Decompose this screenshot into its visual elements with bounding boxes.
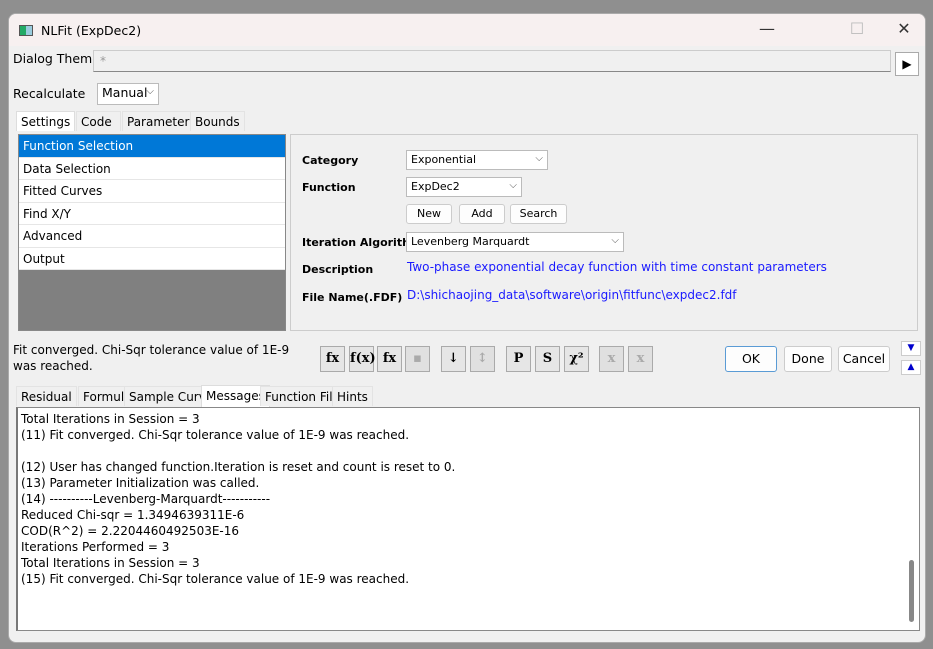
done-button[interactable]: Done	[784, 346, 832, 372]
settings-nav-list: Function Selection Data Selection Fitted…	[18, 134, 286, 331]
iteration-algorithm-label: Iteration Algorithm	[302, 236, 422, 249]
description-label: Description	[302, 263, 374, 276]
tab-settings[interactable]: Settings	[16, 111, 76, 131]
edit-function-icon[interactable]: f(x)	[349, 346, 376, 372]
message-line: Reduced Chi-sqr = 1.3494639311E-6	[21, 508, 245, 522]
app-icon	[19, 24, 33, 36]
message-line: (12) User has changed function.Iteration…	[21, 460, 456, 474]
add-button[interactable]: Add	[459, 204, 505, 224]
nlfit-dialog: NLFit (ExpDec2) — ☐ ✕ Dialog Theme * ▶ R…	[8, 13, 926, 643]
one-iteration-icon[interactable]: x	[599, 346, 624, 372]
tab-bounds[interactable]: Bounds	[190, 111, 245, 131]
nav-advanced[interactable]: Advanced	[19, 225, 285, 248]
maximize-button[interactable]: ☐	[834, 14, 880, 44]
tab-residual[interactable]: Residual	[16, 386, 77, 406]
messages-scrollbar[interactable]	[904, 408, 916, 630]
function-file-icon[interactable]: fx	[377, 346, 402, 372]
message-line: Total Iterations in Session = 3	[21, 556, 200, 570]
iteration-algorithm-select[interactable]: Levenberg Marquardt ⌵	[406, 232, 624, 252]
chevron-down-icon: ⌵	[509, 180, 517, 191]
dialog-theme-input[interactable]: *	[93, 50, 891, 72]
search-button[interactable]: Search	[510, 204, 567, 224]
function-value: ExpDec2	[411, 180, 460, 193]
sort-updown-icon[interactable]: ↕	[470, 346, 495, 372]
scrollbar-thumb[interactable]	[909, 560, 914, 622]
nav-find-xy[interactable]: Find X/Y	[19, 202, 285, 225]
tab-code[interactable]: Code	[76, 111, 121, 131]
fit-until-converged-icon[interactable]: x	[628, 346, 653, 372]
bottom-tabs: Residual Formula Sample Curve Messages F…	[16, 385, 416, 407]
nav-data-selection[interactable]: Data Selection	[19, 157, 285, 180]
message-line: Iterations Performed = 3	[21, 540, 170, 554]
nav-function-selection[interactable]: Function Selection	[19, 135, 285, 158]
recalculate-label: Recalculate	[13, 86, 86, 101]
message-line: Total Iterations in Session = 3	[21, 412, 200, 426]
nav-fitted-curves[interactable]: Fitted Curves	[19, 180, 285, 203]
description-text: Two-phase exponential decay function wit…	[407, 260, 827, 274]
iterate-icon[interactable]: S	[535, 346, 560, 372]
fit-status-text: Fit converged. Chi-Sqr tolerance value o…	[13, 343, 290, 373]
tab-parameters[interactable]: Parameters	[122, 111, 201, 131]
chevron-down-icon: ⌵	[146, 86, 154, 97]
message-line: (14) ----------Levenberg-Marquardt------…	[21, 492, 271, 506]
param-init-icon[interactable]: P	[506, 346, 531, 372]
file-name-link[interactable]: D:\shichaojing_data\software\origin\fitf…	[407, 288, 737, 302]
collapse-button[interactable]: ▼	[901, 341, 921, 356]
message-line: (11) Fit converged. Chi-Sqr tolerance va…	[21, 428, 410, 442]
tab-hints[interactable]: Hints	[332, 386, 373, 406]
new-button[interactable]: New	[406, 204, 452, 224]
expand-button[interactable]: ▲	[901, 360, 921, 375]
function-selection-panel: Category Exponential ⌵ Function ExpDec2 ⌵ …	[290, 134, 918, 331]
category-value: Exponential	[411, 153, 477, 166]
chevron-down-icon: ⌵	[535, 153, 543, 164]
nav-output[interactable]: Output	[19, 247, 285, 270]
message-line: (13) Parameter Initialization was called…	[21, 476, 260, 490]
message-line	[21, 443, 916, 459]
function-select[interactable]: ExpDec2 ⌵	[406, 177, 522, 197]
iteration-algorithm-value: Levenberg Marquardt	[411, 235, 530, 248]
save-icon[interactable]: ▪	[405, 346, 430, 372]
close-button[interactable]: ✕	[881, 14, 925, 44]
sort-down-icon[interactable]: ↓	[441, 346, 466, 372]
messages-log[interactable]: Total Iterations in Session = 3 (11) Fit …	[16, 407, 920, 631]
message-line: COD(R^2) = 2.2204460492503E-16	[21, 524, 240, 538]
chi-square-icon[interactable]: χ²	[564, 346, 589, 372]
cancel-button[interactable]: Cancel	[838, 346, 890, 372]
recalculate-select[interactable]: Manual ⌵	[97, 83, 159, 105]
theme-menu-button[interactable]: ▶	[895, 52, 919, 76]
settings-tabs: Settings Code Parameters Bounds	[16, 111, 316, 131]
chevron-down-icon: ⌵	[611, 235, 619, 246]
function-label: Function	[302, 181, 356, 194]
window-title: NLFit (ExpDec2)	[41, 22, 142, 38]
file-name-label: File Name(.FDF)	[302, 291, 403, 304]
category-label: Category	[302, 154, 359, 167]
simplex-icon[interactable]: fx	[320, 346, 345, 372]
message-line: (15) Fit converged. Chi-Sqr tolerance va…	[21, 572, 410, 586]
minimize-button[interactable]: —	[744, 14, 790, 44]
dialog-theme-label: Dialog Theme	[13, 51, 100, 66]
ok-button[interactable]: OK	[725, 346, 777, 372]
category-select[interactable]: Exponential ⌵	[406, 150, 548, 170]
recalculate-value: Manual	[102, 85, 148, 100]
